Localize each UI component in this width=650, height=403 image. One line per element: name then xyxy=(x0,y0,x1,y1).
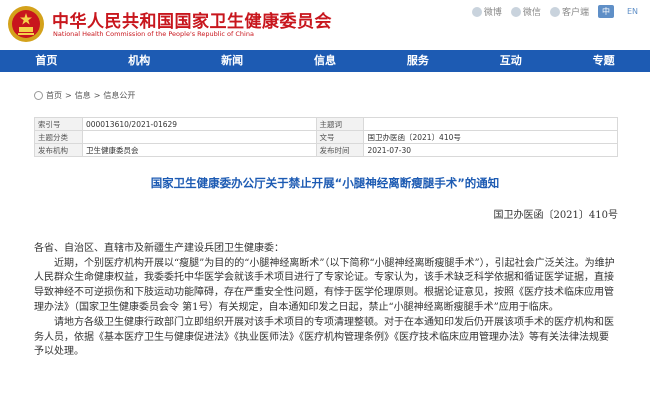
site-title-en: National Health Commission of the People… xyxy=(53,30,254,38)
meta-key: 主题分类 xyxy=(34,130,83,144)
breadcrumb-sep: > xyxy=(93,91,101,100)
breadcrumb-information[interactable]: 信息 xyxy=(75,90,91,101)
breadcrumb-public-info[interactable]: 信息公开 xyxy=(103,90,135,101)
site-header: 中华人民共和国国家卫生健康委员会 National Health Commiss… xyxy=(0,0,650,50)
nav-item-topics[interactable]: 专题 xyxy=(557,50,650,72)
wechat-link[interactable]: 微信 xyxy=(510,5,541,18)
wechat-icon xyxy=(510,6,521,17)
table-row: 主题分类 文号 国卫办医函〔2021〕410号 xyxy=(34,130,618,144)
meta-value xyxy=(81,130,317,144)
meta-value: 2021-07-30 xyxy=(363,143,618,157)
breadcrumb-sep: > xyxy=(65,91,72,100)
lang-cn-button[interactable]: 中 xyxy=(597,5,614,18)
meta-value: 国卫办医函〔2021〕410号 xyxy=(363,130,618,144)
national-emblem-icon[interactable] xyxy=(6,4,46,44)
top-links: 微博 微信 客户端 中 EN xyxy=(471,5,642,18)
salutation: 各省、自治区、直辖市及新疆生产建设兵团卫生健康委： xyxy=(34,242,284,254)
home-icon xyxy=(34,91,43,100)
table-row: 发布机构 卫生健康委员会 发布时间 2021-07-30 xyxy=(34,143,618,157)
body-paragraph: 近期，个别医疗机构开展以“瘦腿”为目的的“小腿神经离断术”（以下简称“小腿神经离… xyxy=(34,257,615,313)
nav-item-services[interactable]: 服务 xyxy=(371,50,464,72)
breadcrumb-home[interactable]: 首页 xyxy=(46,90,62,101)
meta-value xyxy=(363,117,618,131)
client-link[interactable]: 客户端 xyxy=(549,5,589,18)
meta-value: 卫生健康委员会 xyxy=(81,143,317,157)
nav-item-information[interactable]: 信息 xyxy=(279,50,372,72)
meta-key: 发布机构 xyxy=(34,143,83,157)
meta-value: 000013610/2021-01629 xyxy=(81,117,317,131)
nav-item-home[interactable]: 首页 xyxy=(0,50,93,72)
document-body: 国卫办医函〔2021〕410号 各省、自治区、直辖市及新疆生产建设兵团卫生健康委… xyxy=(34,195,618,403)
meta-key: 发布时间 xyxy=(315,143,365,157)
client-icon xyxy=(549,6,560,17)
nav-item-interaction[interactable]: 互动 xyxy=(464,50,557,72)
weibo-icon xyxy=(471,6,482,17)
document-title: 国家卫生健康委办公厅关于禁止开展“小腿神经离断瘦腿手术”的通知 xyxy=(150,176,500,190)
nav-item-news[interactable]: 新闻 xyxy=(186,50,279,72)
weibo-link[interactable]: 微博 xyxy=(471,5,502,18)
client-label: 客户端 xyxy=(561,8,589,18)
meta-key: 索引号 xyxy=(34,117,83,131)
meta-key: 主题词 xyxy=(315,117,365,131)
nav-item-institutions[interactable]: 机构 xyxy=(93,50,186,72)
body-paragraph: 请地方各级卫生健康行政部门立即组织开展对该手术项目的专项清理整顿。对于在本通知印… xyxy=(34,316,614,358)
table-row: 索引号 000013610/2021-01629 主题词 xyxy=(34,117,618,131)
site-title[interactable]: 中华人民共和国国家卫生健康委员会 xyxy=(52,7,332,32)
wechat-label: 微信 xyxy=(522,8,541,18)
breadcrumb: 首页 > 信息 > 信息公开 xyxy=(34,90,135,101)
lang-en-button[interactable]: EN xyxy=(623,6,642,17)
document-meta-table: 索引号 000013610/2021-01629 主题词 主题分类 文号 国卫办… xyxy=(34,117,618,157)
document-number: 国卫办医函〔2021〕410号 xyxy=(493,210,618,221)
weibo-label: 微博 xyxy=(483,8,502,18)
main-nav: 首页 机构 新闻 信息 服务 互动 专题 xyxy=(0,50,650,72)
meta-key: 文号 xyxy=(315,130,365,144)
